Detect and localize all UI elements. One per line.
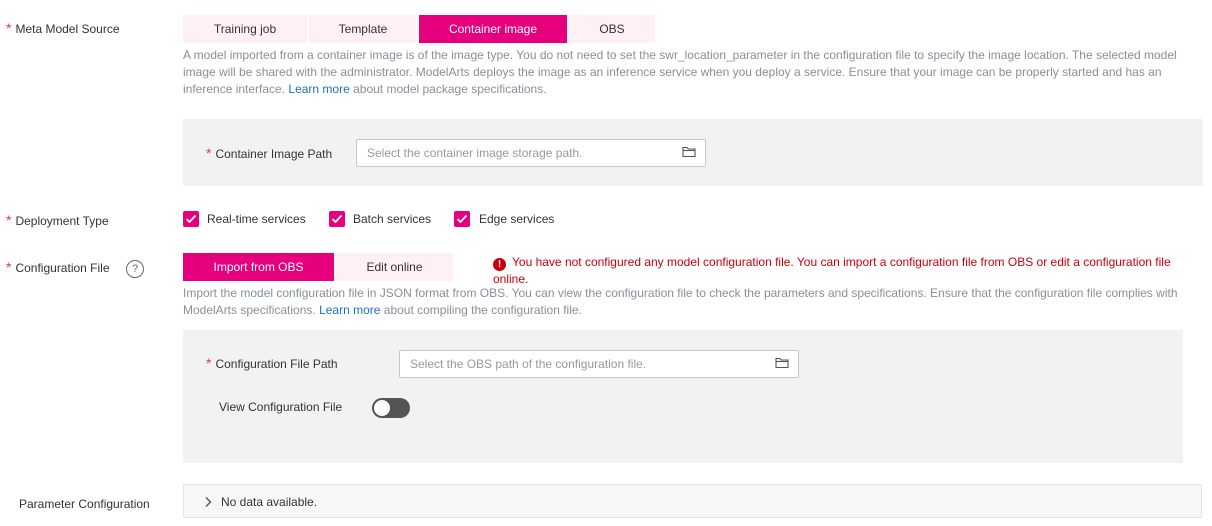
configuration-file-path-input[interactable] — [400, 351, 798, 377]
learn-more-link[interactable]: Learn more — [319, 303, 380, 317]
no-data-text: No data available. — [221, 495, 318, 509]
edge-services-label[interactable]: Edge services — [479, 212, 554, 226]
folder-icon[interactable] — [775, 357, 789, 369]
required-asterisk: * — [206, 145, 212, 161]
check-icon — [331, 214, 343, 224]
configuration-file-description: Import the model configuration file in J… — [183, 286, 1178, 317]
meta-model-source-label: * Meta Model Source — [6, 20, 120, 36]
view-configuration-file-label: View Configuration File — [219, 400, 343, 414]
real-time-services-checkbox[interactable] — [183, 211, 199, 227]
toggle-knob — [374, 400, 390, 416]
chevron-right-icon[interactable] — [204, 496, 212, 508]
parameter-configuration-label: Parameter Configuration — [19, 497, 150, 511]
configuration-error-message: ! You have not configured any model confi… — [493, 255, 1171, 286]
deployment-type-label: * Deployment Type — [6, 212, 109, 228]
configuration-file-path-field[interactable] — [399, 350, 799, 378]
required-asterisk: * — [206, 355, 212, 371]
required-asterisk: * — [6, 20, 12, 36]
configuration-file-label: * Configuration File — [6, 259, 110, 275]
configuration-file-path-label: * Configuration File Path — [206, 355, 338, 371]
required-asterisk: * — [6, 259, 12, 275]
container-image-path-field[interactable] — [356, 139, 706, 167]
container-image-path-input[interactable] — [357, 140, 705, 166]
meta-model-source-description: A model imported from a container image … — [183, 48, 1177, 96]
learn-more-link[interactable]: Learn more — [288, 82, 349, 96]
folder-icon[interactable] — [682, 146, 696, 158]
tab-import-from-obs[interactable]: Import from OBS — [183, 253, 334, 281]
batch-services-label[interactable]: Batch services — [353, 212, 431, 226]
parameter-configuration-panel[interactable]: No data available. — [183, 484, 1202, 518]
view-configuration-file-toggle[interactable] — [372, 398, 410, 418]
help-icon[interactable]: ? — [126, 260, 144, 278]
check-icon — [456, 214, 468, 224]
error-icon: ! — [493, 258, 506, 271]
tab-container-image[interactable]: Container image — [419, 15, 567, 43]
required-asterisk: * — [6, 212, 12, 228]
tab-edit-online[interactable]: Edit online — [336, 253, 453, 281]
tab-template[interactable]: Template — [309, 15, 417, 43]
tab-training-job[interactable]: Training job — [183, 15, 307, 43]
batch-services-checkbox[interactable] — [329, 211, 345, 227]
check-icon — [185, 214, 197, 224]
container-image-path-label: * Container Image Path — [206, 145, 333, 161]
edge-services-checkbox[interactable] — [454, 211, 470, 227]
real-time-services-label[interactable]: Real-time services — [207, 212, 306, 226]
tab-obs[interactable]: OBS — [569, 15, 655, 43]
